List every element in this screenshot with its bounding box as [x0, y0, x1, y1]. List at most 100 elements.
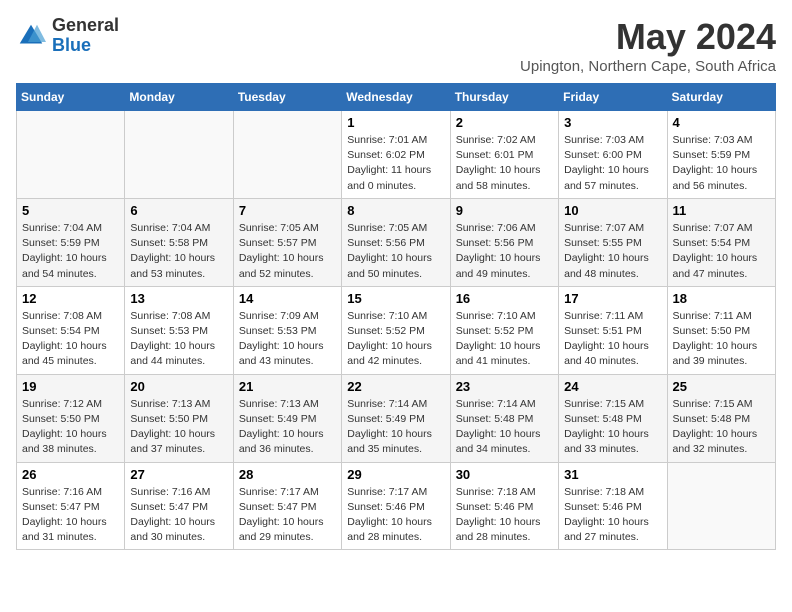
calendar-cell: 11Sunrise: 7:07 AMSunset: 5:54 PMDayligh… [667, 198, 775, 286]
day-number: 19 [22, 379, 119, 394]
day-number: 9 [456, 203, 553, 218]
calendar-cell: 1 Sunrise: 7:01 AMSunset: 6:02 PMDaylight… [342, 111, 450, 199]
day-number: 6 [130, 203, 227, 218]
cell-info: Sunrise: 7:03 AMSunset: 5:59 PMDaylight:… [673, 133, 770, 194]
calendar-cell: 16Sunrise: 7:10 AMSunset: 5:52 PMDayligh… [450, 286, 558, 374]
header-day: Thursday [450, 84, 558, 111]
month-title: May 2024 [520, 16, 776, 58]
calendar-cell [125, 111, 233, 199]
calendar-week-row: 5Sunrise: 7:04 AMSunset: 5:59 PMDaylight… [17, 198, 776, 286]
cell-info: Sunrise: 7:11 AMSunset: 5:51 PMDaylight:… [564, 309, 661, 370]
cell-info: Sunrise: 7:02 AMSunset: 6:01 PMDaylight:… [456, 133, 553, 194]
calendar-cell: 12 Sunrise: 7:08 AMSunset: 5:54 PMDayligh… [17, 286, 125, 374]
calendar-cell: 3 Sunrise: 7:03 AMSunset: 6:00 PMDaylight… [559, 111, 667, 199]
day-number: 30 [456, 467, 553, 482]
calendar-cell: 7 Sunrise: 7:05 AMSunset: 5:57 PMDaylight… [233, 198, 341, 286]
day-number: 12 [22, 291, 119, 306]
day-number: 17 [564, 291, 661, 306]
calendar-cell: 17 Sunrise: 7:11 AMSunset: 5:51 PMDayligh… [559, 286, 667, 374]
cell-info: Sunrise: 7:13 AMSunset: 5:49 PMDaylight:… [239, 397, 336, 458]
calendar-week-row: 19 Sunrise: 7:12 AMSunset: 5:50 PMDayligh… [17, 374, 776, 462]
cell-info: Sunrise: 7:09 AMSunset: 5:53 PMDaylight:… [239, 309, 336, 370]
cell-info: Sunrise: 7:07 AMSunset: 5:55 PMDaylight:… [564, 221, 661, 282]
calendar-cell: 13 Sunrise: 7:08 AMSunset: 5:53 PMDayligh… [125, 286, 233, 374]
cell-info: Sunrise: 7:05 AMSunset: 5:57 PMDaylight:… [239, 221, 336, 282]
day-number: 20 [130, 379, 227, 394]
header-day: Monday [125, 84, 233, 111]
calendar-cell: 6 Sunrise: 7:04 AMSunset: 5:58 PMDaylight… [125, 198, 233, 286]
logo-icon [16, 21, 46, 51]
calendar-cell [667, 462, 775, 550]
calendar-cell: 18Sunrise: 7:11 AMSunset: 5:50 PMDayligh… [667, 286, 775, 374]
cell-info: Sunrise: 7:17 AMSunset: 5:47 PMDaylight:… [239, 485, 336, 546]
cell-info: Sunrise: 7:05 AMSunset: 5:56 PMDaylight:… [347, 221, 444, 282]
calendar-week-row: 12 Sunrise: 7:08 AMSunset: 5:54 PMDayligh… [17, 286, 776, 374]
day-number: 15 [347, 291, 444, 306]
calendar-cell: 2 Sunrise: 7:02 AMSunset: 6:01 PMDaylight… [450, 111, 558, 199]
day-number: 2 [456, 115, 553, 130]
day-number: 23 [456, 379, 553, 394]
day-number: 1 [347, 115, 444, 130]
day-number: 13 [130, 291, 227, 306]
calendar-table: SundayMondayTuesdayWednesdayThursdayFrid… [16, 83, 776, 550]
cell-info: Sunrise: 7:04 AMSunset: 5:59 PMDaylight:… [22, 221, 119, 282]
calendar-cell: 10 Sunrise: 7:07 AMSunset: 5:55 PMDayligh… [559, 198, 667, 286]
cell-info: Sunrise: 7:14 AMSunset: 5:49 PMDaylight:… [347, 397, 444, 458]
header-day: Wednesday [342, 84, 450, 111]
calendar-week-row: 1 Sunrise: 7:01 AMSunset: 6:02 PMDaylight… [17, 111, 776, 199]
calendar-cell: 15 Sunrise: 7:10 AMSunset: 5:52 PMDayligh… [342, 286, 450, 374]
calendar-cell: 26 Sunrise: 7:16 AMSunset: 5:47 PMDayligh… [17, 462, 125, 550]
day-number: 26 [22, 467, 119, 482]
cell-info: Sunrise: 7:17 AMSunset: 5:46 PMDaylight:… [347, 485, 444, 546]
cell-info: Sunrise: 7:10 AMSunset: 5:52 PMDaylight:… [347, 309, 444, 370]
cell-info: Sunrise: 7:16 AMSunset: 5:47 PMDaylight:… [22, 485, 119, 546]
cell-info: Sunrise: 7:15 AMSunset: 5:48 PMDaylight:… [564, 397, 661, 458]
header-day: Sunday [17, 84, 125, 111]
day-number: 31 [564, 467, 661, 482]
day-number: 4 [673, 115, 770, 130]
calendar-cell: 24 Sunrise: 7:15 AMSunset: 5:48 PMDayligh… [559, 374, 667, 462]
day-number: 27 [130, 467, 227, 482]
calendar-cell: 28 Sunrise: 7:17 AMSunset: 5:47 PMDayligh… [233, 462, 341, 550]
calendar-cell: 19 Sunrise: 7:12 AMSunset: 5:50 PMDayligh… [17, 374, 125, 462]
cell-info: Sunrise: 7:06 AMSunset: 5:56 PMDaylight:… [456, 221, 553, 282]
page-header: General Blue May 2024 Upington, Northern… [16, 16, 776, 75]
cell-info: Sunrise: 7:18 AMSunset: 5:46 PMDaylight:… [456, 485, 553, 546]
cell-info: Sunrise: 7:15 AMSunset: 5:48 PMDaylight:… [673, 397, 770, 458]
logo-text: General Blue [52, 16, 119, 56]
day-number: 7 [239, 203, 336, 218]
cell-info: Sunrise: 7:12 AMSunset: 5:50 PMDaylight:… [22, 397, 119, 458]
calendar-week-row: 26 Sunrise: 7:16 AMSunset: 5:47 PMDayligh… [17, 462, 776, 550]
cell-info: Sunrise: 7:14 AMSunset: 5:48 PMDaylight:… [456, 397, 553, 458]
day-number: 28 [239, 467, 336, 482]
calendar-cell: 31 Sunrise: 7:18 AMSunset: 5:46 PMDayligh… [559, 462, 667, 550]
calendar-cell: 22 Sunrise: 7:14 AMSunset: 5:49 PMDayligh… [342, 374, 450, 462]
header-day: Friday [559, 84, 667, 111]
header-row: SundayMondayTuesdayWednesdayThursdayFrid… [17, 84, 776, 111]
header-day: Tuesday [233, 84, 341, 111]
calendar-cell: 21 Sunrise: 7:13 AMSunset: 5:49 PMDayligh… [233, 374, 341, 462]
day-number: 29 [347, 467, 444, 482]
day-number: 24 [564, 379, 661, 394]
calendar-cell: 5Sunrise: 7:04 AMSunset: 5:59 PMDaylight… [17, 198, 125, 286]
day-number: 18 [673, 291, 770, 306]
cell-info: Sunrise: 7:04 AMSunset: 5:58 PMDaylight:… [130, 221, 227, 282]
logo: General Blue [16, 16, 119, 56]
calendar-cell [233, 111, 341, 199]
cell-info: Sunrise: 7:01 AMSunset: 6:02 PMDaylight:… [347, 133, 444, 194]
day-number: 10 [564, 203, 661, 218]
cell-info: Sunrise: 7:03 AMSunset: 6:00 PMDaylight:… [564, 133, 661, 194]
calendar-cell: 30 Sunrise: 7:18 AMSunset: 5:46 PMDayligh… [450, 462, 558, 550]
cell-info: Sunrise: 7:18 AMSunset: 5:46 PMDaylight:… [564, 485, 661, 546]
day-number: 11 [673, 203, 770, 218]
day-number: 22 [347, 379, 444, 394]
day-number: 21 [239, 379, 336, 394]
day-number: 3 [564, 115, 661, 130]
calendar-cell: 20Sunrise: 7:13 AMSunset: 5:50 PMDayligh… [125, 374, 233, 462]
calendar-cell: 8Sunrise: 7:05 AMSunset: 5:56 PMDaylight… [342, 198, 450, 286]
cell-info: Sunrise: 7:08 AMSunset: 5:53 PMDaylight:… [130, 309, 227, 370]
calendar-cell: 27Sunrise: 7:16 AMSunset: 5:47 PMDayligh… [125, 462, 233, 550]
cell-info: Sunrise: 7:08 AMSunset: 5:54 PMDaylight:… [22, 309, 119, 370]
calendar-cell: 4 Sunrise: 7:03 AMSunset: 5:59 PMDaylight… [667, 111, 775, 199]
calendar-cell: 29 Sunrise: 7:17 AMSunset: 5:46 PMDayligh… [342, 462, 450, 550]
